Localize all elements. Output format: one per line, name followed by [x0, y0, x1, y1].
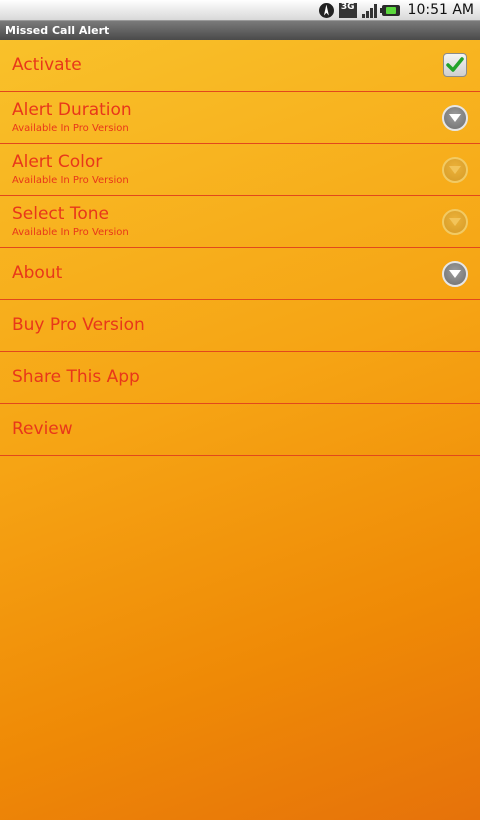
share-row[interactable]: Share This App	[0, 352, 480, 404]
status-time: 10:51 AM	[407, 2, 474, 18]
about-row[interactable]: About	[0, 248, 480, 300]
review-row[interactable]: Review	[0, 404, 480, 456]
select-tone-row[interactable]: Select Tone Available In Pro Version	[0, 196, 480, 248]
alert-duration-label: Alert Duration	[12, 100, 132, 120]
alert-color-label: Alert Color	[12, 152, 103, 172]
activate-checkbox[interactable]	[443, 53, 467, 77]
gps-icon	[318, 2, 334, 18]
battery-icon	[379, 4, 400, 16]
network-type-label: 3G	[340, 1, 355, 12]
network-3g-icon: 3G	[338, 1, 357, 18]
select-tone-label: Select Tone	[12, 204, 109, 224]
buy-pro-label: Buy Pro Version	[12, 315, 145, 335]
select-tone-sub: Available In Pro Version	[12, 227, 129, 238]
screen: 3G 10:51 AM Missed Call Alert Activate A…	[0, 0, 480, 820]
alert-color-row[interactable]: Alert Color Available In Pro Version	[0, 144, 480, 196]
review-label: Review	[12, 419, 73, 439]
alert-color-sub: Available In Pro Version	[12, 175, 129, 186]
chevron-down-icon[interactable]	[442, 157, 468, 183]
activate-row[interactable]: Activate	[0, 40, 480, 92]
activate-label: Activate	[12, 55, 82, 75]
buy-pro-row[interactable]: Buy Pro Version	[0, 300, 480, 352]
about-label: About	[12, 263, 63, 283]
alert-duration-row[interactable]: Alert Duration Available In Pro Version	[0, 92, 480, 144]
status-bar: 3G 10:51 AM	[0, 0, 480, 21]
chevron-down-icon[interactable]	[442, 105, 468, 131]
preferences-list: Activate Alert Duration Available In Pro…	[0, 40, 480, 820]
chevron-down-icon[interactable]	[442, 261, 468, 287]
signal-icon	[361, 3, 377, 18]
checkmark-icon	[446, 57, 464, 72]
app-title: Missed Call Alert	[0, 21, 480, 41]
share-label: Share This App	[12, 367, 140, 387]
chevron-down-icon[interactable]	[442, 209, 468, 235]
alert-duration-sub: Available In Pro Version	[12, 123, 129, 134]
